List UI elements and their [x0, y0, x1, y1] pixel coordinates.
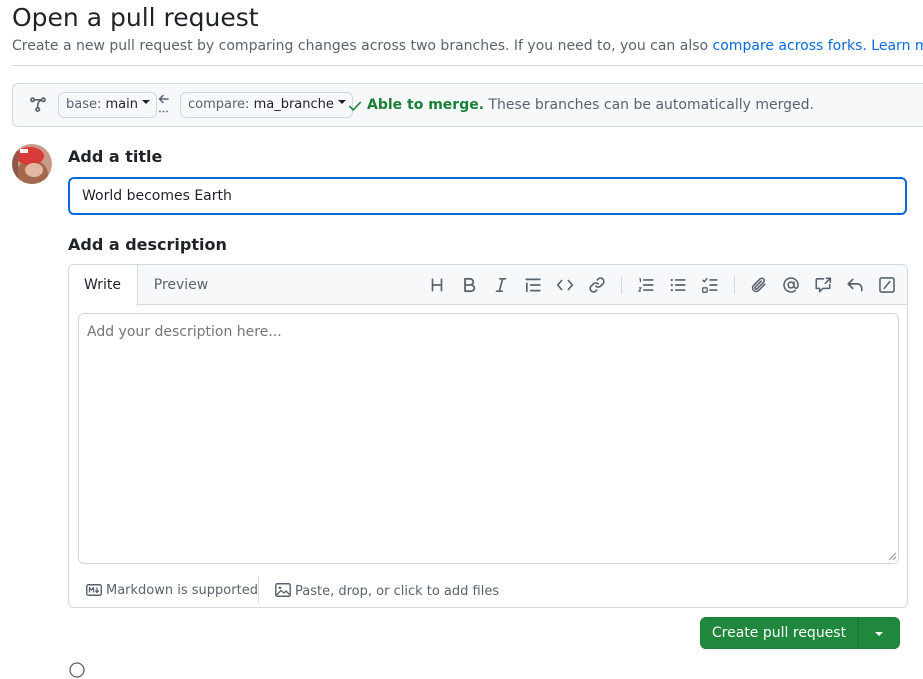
mention-icon[interactable]	[782, 276, 800, 294]
link-icon[interactable]	[588, 276, 606, 294]
title-label: Add a title	[68, 147, 163, 166]
compare-branch-button[interactable]: compare: ma_branche	[180, 92, 353, 118]
footer-divider	[258, 577, 259, 603]
files-hint[interactable]: Paste, drop, or click to add files	[275, 583, 499, 599]
compare-forks-link[interactable]: compare across forks.	[713, 38, 867, 54]
description-label: Add a description	[68, 235, 227, 254]
avatar-image	[12, 144, 52, 184]
subtitle-text: Create a new pull request by comparing c…	[12, 38, 713, 54]
task-list-icon[interactable]	[701, 276, 719, 294]
markdown-hint-text: Markdown is supported	[106, 583, 258, 598]
description-editor: Write Preview Add your description here.…	[68, 264, 908, 608]
compare-prefix: compare:	[188, 97, 254, 112]
markdown-hint[interactable]: Markdown is supported	[86, 583, 258, 598]
editor-header: Write Preview	[69, 265, 907, 306]
description-textarea[interactable]	[78, 313, 899, 564]
ordered-list-icon[interactable]	[637, 276, 655, 294]
slash-commands-icon[interactable]	[878, 276, 896, 294]
create-pull-request-group: Create pull request	[700, 617, 900, 649]
compare-branch-name: ma_branche	[253, 97, 334, 112]
chevron-down-icon	[142, 99, 150, 104]
image-icon	[275, 583, 291, 597]
base-branch-name: main	[105, 97, 138, 112]
page-title: Open a pull request	[12, 3, 259, 32]
merge-status: Able to merge. These branches can be aut…	[367, 97, 814, 113]
tab-write[interactable]: Write	[69, 265, 138, 306]
merge-status-strong: Able to merge.	[367, 97, 485, 113]
tab-preview[interactable]: Preview	[139, 265, 223, 305]
arrow-left-icon	[158, 94, 169, 113]
toolbar-divider	[734, 276, 735, 294]
merge-status-detail: These branches can be automatically merg…	[484, 97, 814, 113]
info-icon	[69, 662, 85, 678]
reference-icon[interactable]	[814, 276, 832, 294]
learn-more-link[interactable]: Learn more about diff comparisons here.	[867, 38, 923, 54]
check-icon	[348, 101, 362, 111]
code-icon[interactable]	[556, 276, 574, 294]
chevron-down-icon	[337, 99, 346, 104]
avatar[interactable]	[12, 144, 52, 184]
title-input[interactable]	[68, 177, 907, 215]
editor-footer: Markdown is supported Paste, drop, or cl…	[69, 569, 907, 607]
toolbar-divider	[621, 276, 622, 294]
base-branch-button[interactable]: base: main	[58, 92, 157, 118]
chevron-down-icon	[875, 632, 883, 636]
branch-range-editor: base: main compare: ma_branche Able to m…	[12, 83, 923, 127]
page-subtitle: Create a new pull request by comparing c…	[12, 38, 923, 54]
undo-icon[interactable]	[846, 276, 864, 294]
quote-icon[interactable]	[524, 276, 542, 294]
heading-icon[interactable]	[428, 276, 446, 294]
create-options-button[interactable]	[858, 617, 900, 649]
markdown-icon	[86, 584, 102, 596]
italic-icon[interactable]	[492, 276, 510, 294]
resize-grip-icon[interactable]	[887, 551, 897, 561]
bold-icon[interactable]	[460, 276, 478, 294]
divider	[12, 65, 923, 66]
base-prefix: base:	[66, 97, 106, 112]
unordered-list-icon[interactable]	[669, 276, 687, 294]
files-hint-text: Paste, drop, or click to add files	[295, 584, 500, 599]
create-pull-request-button[interactable]: Create pull request	[700, 617, 858, 649]
compare-arrows-icon	[30, 97, 46, 112]
attach-icon[interactable]	[750, 276, 768, 294]
